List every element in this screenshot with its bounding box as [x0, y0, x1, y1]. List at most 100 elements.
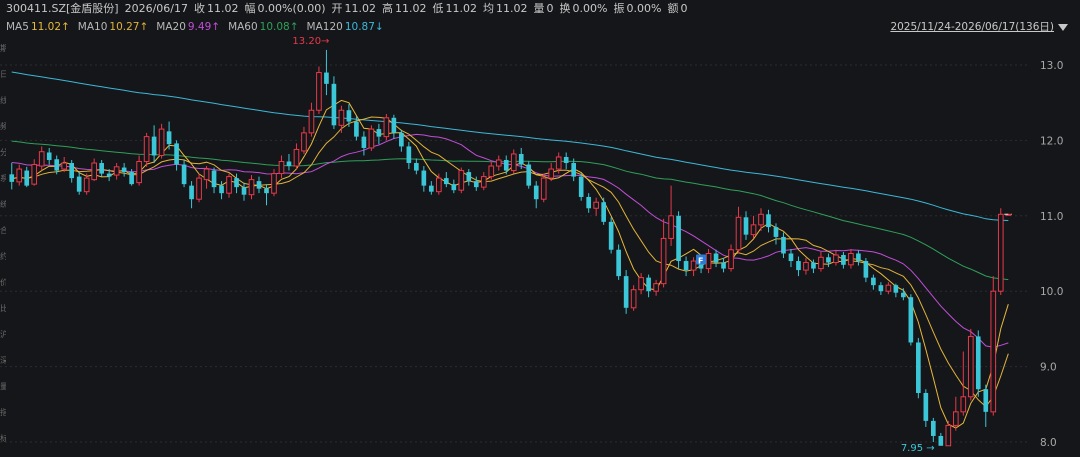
candle-body: [211, 170, 217, 188]
candle: [38, 146, 45, 171]
candle: [9, 163, 15, 190]
candle-body: [931, 420, 936, 436]
candle-body: [803, 262, 809, 271]
candle: [181, 160, 187, 188]
candle: [683, 256, 689, 277]
candle-body: [526, 164, 532, 186]
candle: [721, 258, 726, 273]
candle-body: [293, 148, 300, 167]
candle-body: [683, 261, 689, 271]
candle: [256, 176, 262, 194]
candle: [510, 149, 517, 174]
candle-body: [743, 217, 749, 235]
candle-body: [31, 164, 38, 185]
candle: [399, 129, 404, 152]
candle: [421, 166, 427, 192]
candle: [766, 209, 771, 233]
candle-body: [368, 128, 375, 149]
candle-body: [660, 237, 667, 285]
candle: [586, 193, 591, 213]
candle: [863, 258, 869, 283]
candle-body: [548, 168, 555, 179]
candle: [278, 155, 285, 179]
candle-body: [668, 215, 674, 239]
candle-body: [278, 161, 285, 175]
candle-body: [563, 156, 569, 164]
y-tick-label: 8.0: [1040, 437, 1057, 449]
candle: [293, 143, 300, 170]
candle: [376, 123, 382, 145]
candle-body: [414, 163, 419, 171]
candle-body: [916, 342, 921, 393]
candle: [803, 258, 809, 275]
candle-body: [945, 424, 952, 447]
candle: [931, 417, 936, 442]
candle: [429, 181, 434, 195]
candle: [83, 173, 90, 195]
y-tick-label: 10.0: [1040, 286, 1063, 298]
candle-body: [113, 166, 120, 176]
candle-body: [158, 128, 165, 156]
candle-body: [601, 202, 606, 222]
candle-body: [952, 411, 959, 426]
candle-body: [593, 201, 599, 209]
candle-body: [938, 435, 944, 446]
candle-body: [623, 276, 629, 308]
candle: [893, 283, 899, 298]
candle-body: [241, 187, 247, 195]
candle-body: [106, 173, 112, 177]
candle: [46, 147, 52, 165]
candle: [526, 161, 532, 189]
candle: [990, 276, 997, 416]
candle-body: [758, 213, 764, 226]
candle-body: [990, 290, 997, 413]
candle: [563, 152, 569, 170]
candle-body: [391, 117, 397, 133]
candle-body: [503, 160, 509, 171]
candle: [443, 172, 449, 188]
y-tick-label: 9.0: [1040, 362, 1057, 374]
candle-body: [518, 153, 524, 165]
y-tick-label: 11.0: [1040, 211, 1063, 223]
candle: [211, 167, 217, 194]
candle-body: [136, 161, 142, 184]
candle: [503, 155, 509, 175]
annotations: 13.20→ 7.95 → F: [292, 36, 1012, 454]
candle-body: [399, 132, 404, 147]
candle-body: [885, 284, 892, 292]
candle: [908, 294, 914, 346]
candle-body: [967, 335, 974, 398]
candle-body: [608, 221, 614, 250]
candle-body: [421, 170, 427, 186]
candle-body: [61, 162, 68, 170]
candle: [668, 185, 674, 246]
candle: [480, 172, 487, 191]
candle: [616, 244, 621, 280]
candle-body: [234, 178, 239, 188]
candle-body: [129, 172, 134, 185]
candle-body: [473, 181, 479, 188]
candle: [728, 244, 734, 272]
candle: [69, 160, 75, 183]
candle-body: [264, 188, 269, 194]
candle: [885, 282, 892, 295]
candle-body: [38, 151, 45, 167]
candle: [841, 251, 846, 269]
candle-body: [901, 292, 906, 298]
candle-body: [248, 179, 255, 196]
high-price-label: 13.20→: [292, 36, 329, 47]
candle-body: [331, 83, 337, 126]
candle-body: [308, 109, 315, 134]
candle: [623, 270, 629, 314]
candle: [196, 173, 202, 203]
candle-body: [690, 260, 697, 271]
candle-body: [346, 110, 352, 122]
candle-body: [91, 162, 97, 181]
candle: [76, 172, 82, 195]
candle: [533, 181, 539, 209]
candle-body: [540, 177, 547, 200]
candle-body: [555, 156, 562, 170]
candle-body: [256, 181, 262, 189]
candle-body: [893, 285, 899, 293]
candle-body: [435, 177, 442, 193]
